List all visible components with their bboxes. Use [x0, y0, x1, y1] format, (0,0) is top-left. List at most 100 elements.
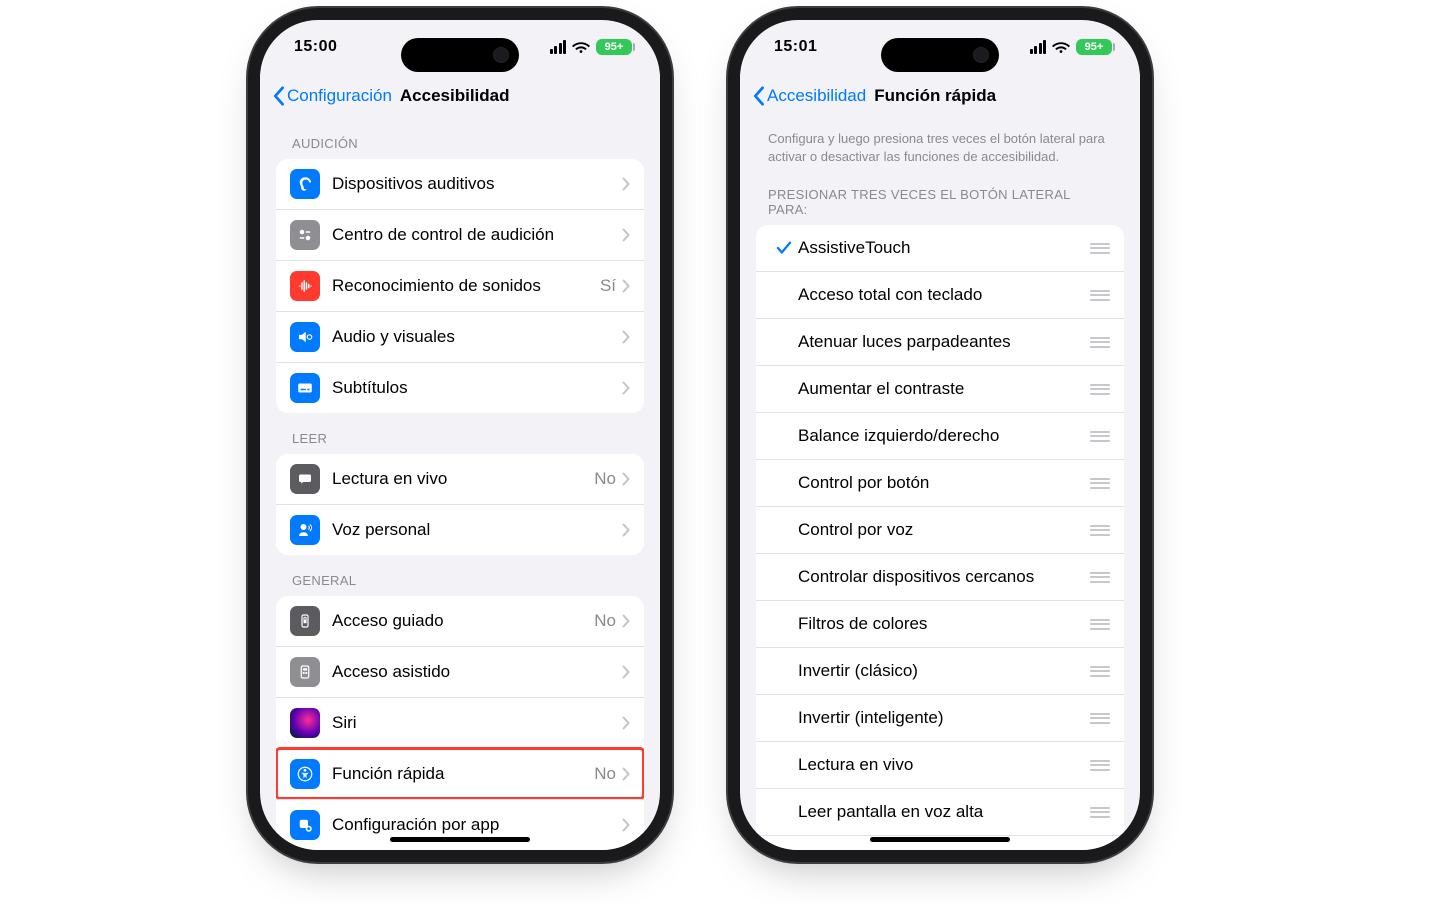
shortcut-label: AssistiveTouch: [798, 238, 1090, 258]
row-dispositivos-auditivos[interactable]: Dispositivos auditivos: [276, 159, 644, 209]
back-label: Accesibilidad: [767, 86, 866, 106]
chevron-right-icon: [622, 381, 630, 395]
home-indicator[interactable]: [390, 837, 530, 842]
shortcut-label: Acceso total con teclado: [798, 285, 1090, 305]
row-value: No: [594, 469, 616, 489]
ear-icon: [290, 169, 320, 199]
shortcut-row[interactable]: Aumentar el contraste: [756, 365, 1124, 412]
row-value: No: [594, 764, 616, 784]
reorder-handle-icon[interactable]: [1090, 431, 1110, 442]
shortcut-row[interactable]: Controlar dispositivos cercanos: [756, 553, 1124, 600]
shortcut-label: Aumentar el contraste: [798, 379, 1090, 399]
group-shortcut-list: AssistiveTouch Acceso total con teclado At…: [756, 225, 1124, 850]
battery-indicator: 95+: [1076, 39, 1112, 55]
audio-visual-icon: [290, 322, 320, 352]
shortcut-row[interactable]: Control por botón: [756, 459, 1124, 506]
row-label: Audio y visuales: [332, 327, 622, 347]
reorder-handle-icon[interactable]: [1090, 243, 1110, 254]
reorder-handle-icon[interactable]: [1090, 384, 1110, 395]
row-configuracion-por-app[interactable]: Configuración por app: [276, 799, 644, 850]
shortcut-label: Invertir (inteligente): [798, 708, 1090, 728]
row-label: Centro de control de audición: [332, 225, 622, 245]
row-label: Reconocimiento de sonidos: [332, 276, 600, 296]
nav-title: Función rápida: [874, 86, 996, 106]
chevron-right-icon: [622, 818, 630, 832]
shortcut-label: Control por botón: [798, 473, 1090, 493]
check-icon: [770, 239, 798, 257]
cellular-signal-icon: [1030, 40, 1047, 54]
reorder-handle-icon[interactable]: [1090, 572, 1110, 583]
reorder-handle-icon[interactable]: [1090, 290, 1110, 301]
back-button[interactable]: Configuración: [272, 86, 392, 106]
reorder-handle-icon[interactable]: [1090, 713, 1110, 724]
reorder-handle-icon[interactable]: [1090, 666, 1110, 677]
chevron-right-icon: [622, 279, 630, 293]
chevron-right-icon: [622, 716, 630, 730]
assistive-access-icon: [290, 657, 320, 687]
row-funcion-rapida[interactable]: Función rápida No: [276, 748, 644, 799]
shortcut-row[interactable]: Invertir (clásico): [756, 647, 1124, 694]
per-app-settings-icon: [290, 810, 320, 840]
shortcut-row[interactable]: Atenuar luces parpadeantes: [756, 318, 1124, 365]
row-acceso-guiado[interactable]: Acceso guiado No: [276, 596, 644, 646]
guided-access-icon: [290, 606, 320, 636]
shortcut-label: Atenuar luces parpadeantes: [798, 332, 1090, 352]
row-voz-personal[interactable]: Voz personal: [276, 504, 644, 555]
sound-recognition-icon: [290, 271, 320, 301]
row-siri[interactable]: Siri: [276, 697, 644, 748]
row-label: Acceso asistido: [332, 662, 622, 682]
row-acceso-asistido[interactable]: Acceso asistido: [276, 646, 644, 697]
row-reconocimiento-sonidos[interactable]: Reconocimiento de sonidos Sí: [276, 260, 644, 311]
battery-indicator: 95+: [596, 39, 632, 55]
reorder-handle-icon[interactable]: [1090, 619, 1110, 630]
back-button[interactable]: Accesibilidad: [752, 86, 866, 106]
row-subtitulos[interactable]: Subtítulos: [276, 362, 644, 413]
reorder-handle-icon[interactable]: [1090, 478, 1110, 489]
row-audio-visuales[interactable]: Audio y visuales: [276, 311, 644, 362]
section-header-audicion: AUDICIÓN: [260, 118, 660, 159]
row-value: Sí: [600, 276, 616, 296]
wifi-icon: [1052, 40, 1070, 54]
row-label: Función rápida: [332, 764, 594, 784]
shortcut-row[interactable]: Leer pantalla en voz alta: [756, 788, 1124, 835]
reorder-handle-icon[interactable]: [1090, 760, 1110, 771]
chevron-right-icon: [622, 665, 630, 679]
shortcut-label: Leer pantalla en voz alta: [798, 802, 1090, 822]
phone-right: 15:01 95+ Accesibilidad Función rápida C…: [740, 20, 1140, 850]
nav-title: Accesibilidad: [400, 86, 510, 106]
accessibility-shortcut-icon: [290, 759, 320, 789]
cellular-signal-icon: [550, 40, 567, 54]
reorder-handle-icon[interactable]: [1090, 807, 1110, 818]
description-text: Configura y luego presiona tres veces el…: [740, 118, 1140, 169]
shortcut-label: Filtros de colores: [798, 614, 1090, 634]
shortcut-row[interactable]: Filtros de colores: [756, 600, 1124, 647]
reorder-handle-icon[interactable]: [1090, 525, 1110, 536]
row-label: Siri: [332, 713, 622, 733]
chevron-right-icon: [622, 472, 630, 486]
chevron-right-icon: [622, 330, 630, 344]
chevron-right-icon: [622, 523, 630, 537]
shortcut-label: Balance izquierdo/derecho: [798, 426, 1090, 446]
shortcut-label: Invertir (clásico): [798, 661, 1090, 681]
shortcut-row[interactable]: Control por voz: [756, 506, 1124, 553]
shortcut-row[interactable]: Acceso total con teclado: [756, 271, 1124, 318]
shortcut-row[interactable]: AssistiveTouch: [756, 225, 1124, 271]
group-audicion: Dispositivos auditivos Centro de control…: [276, 159, 644, 413]
reorder-handle-icon[interactable]: [1090, 337, 1110, 348]
nav-bar: Configuración Accesibilidad: [260, 74, 660, 118]
shortcut-row[interactable]: Lectura en vivo: [756, 741, 1124, 788]
section-header-leer: LEER: [260, 413, 660, 454]
shortcut-row[interactable]: Balance izquierdo/derecho: [756, 412, 1124, 459]
home-indicator[interactable]: [870, 837, 1010, 842]
personal-voice-icon: [290, 515, 320, 545]
row-centro-control-audicion[interactable]: Centro de control de audición: [276, 209, 644, 260]
chevron-right-icon: [622, 228, 630, 242]
status-time: 15:00: [294, 38, 337, 56]
row-label: Configuración por app: [332, 815, 622, 835]
shortcut-row[interactable]: Invertir (inteligente): [756, 694, 1124, 741]
shortcut-label: Lupa: [798, 849, 1090, 850]
row-label: Acceso guiado: [332, 611, 594, 631]
row-lectura-en-vivo[interactable]: Lectura en vivo No: [276, 454, 644, 504]
status-time: 15:01: [774, 38, 817, 56]
wifi-icon: [572, 40, 590, 54]
